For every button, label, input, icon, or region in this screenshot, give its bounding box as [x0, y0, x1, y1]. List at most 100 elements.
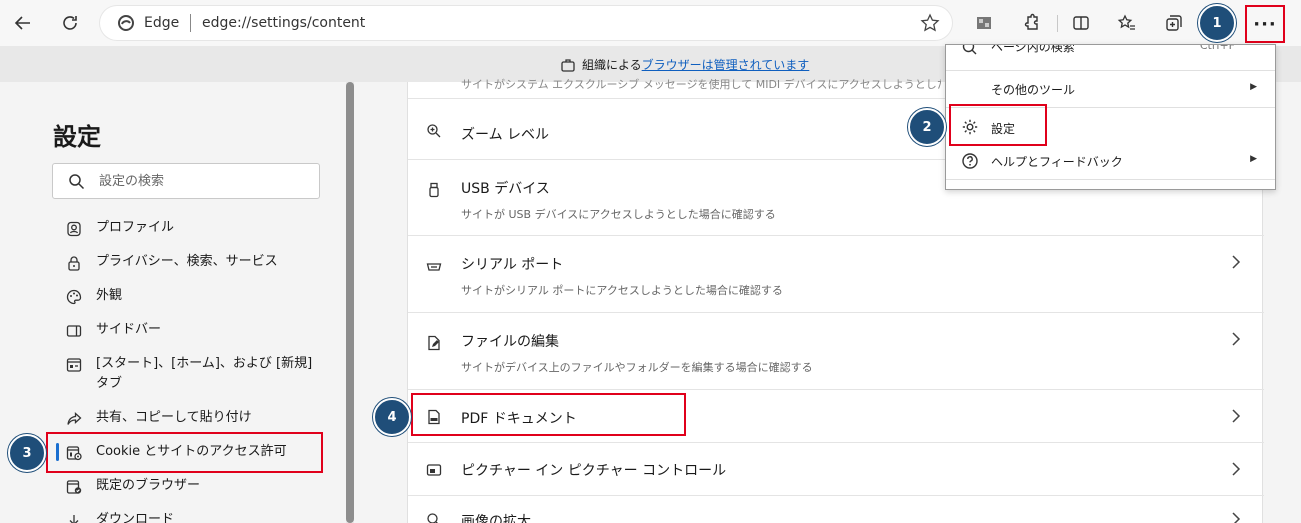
settings-highlight-box — [949, 104, 1047, 146]
favorites-list-icon — [1117, 14, 1135, 30]
puzzle-icon — [1024, 13, 1038, 30]
refresh-icon — [63, 16, 77, 30]
row-title: 画像の拡大 — [461, 514, 531, 523]
collections-icon — [1166, 15, 1182, 31]
sidebar-item-label: サイドバー — [96, 322, 162, 337]
row-description: サイトが USB デバイスにアクセスしようとした場合に確認する — [461, 208, 776, 221]
serial-port-icon — [426, 263, 442, 271]
find-icon — [962, 45, 977, 55]
callout-badge-4: 4 — [373, 398, 411, 436]
pip-icon — [426, 464, 442, 476]
default-browser-icon — [66, 480, 82, 494]
url-text[interactable]: edge://settings/content — [202, 15, 365, 31]
chevron-right-icon — [1232, 462, 1241, 476]
callout-badge-2: 2 — [908, 108, 946, 146]
page-title: 設定 — [53, 123, 101, 151]
ellipsis-icon: ··· — [1253, 13, 1277, 35]
sidebar-item-label: [スタート]、[ホーム]、および [新規] タブ — [96, 356, 313, 391]
row-title: シリアル ポート — [461, 257, 564, 273]
browser-toolbar: Edge edge://settings/content ··· — [0, 0, 1301, 46]
sidebar-item-appearance[interactable]: 外観 — [66, 288, 316, 306]
managed-message: 組織によるブラウザーは管理されています — [560, 56, 809, 73]
favorite-star-icon[interactable] — [920, 13, 940, 33]
pdf-highlight-box — [411, 393, 686, 436]
menu-separator — [946, 179, 1275, 180]
row-serial-ports[interactable]: シリアル ポート サイトがシリアル ポートにアクセスしようとした場合に確認する — [408, 235, 1264, 312]
row-title: ファイルの編集 — [461, 334, 559, 350]
menu-item-label: ヘルプとフィードバック — [991, 155, 1123, 169]
split-screen-button[interactable] — [1066, 8, 1096, 38]
managed-prefix: 組織による — [582, 58, 642, 72]
lock-icon — [68, 256, 80, 271]
toolbar-divider — [1057, 15, 1058, 32]
managed-link[interactable]: ブラウザーは管理されています — [642, 58, 810, 72]
zoom-icon — [427, 124, 441, 138]
chevron-right-icon — [1232, 409, 1241, 423]
sidebar-scrollbar-thumb[interactable] — [346, 82, 354, 523]
split-screen-icon — [1073, 16, 1089, 30]
sidebar-item-start-home-tabs[interactable]: [スタート]、[ホーム]、および [新規] タブ — [66, 356, 316, 394]
row-title: ピクチャー イン ピクチャー コントロール — [461, 463, 727, 479]
sidebar-item-label: 既定のブラウザー — [96, 478, 201, 493]
address-bar[interactable]: Edge edge://settings/content — [100, 6, 952, 40]
settings-search[interactable] — [52, 163, 320, 199]
menu-item-shortcut: Ctrl+F — [1199, 44, 1235, 52]
collections-button[interactable] — [1159, 8, 1189, 38]
sidebar-item-label: ダウンロード — [96, 512, 175, 523]
palette-icon — [66, 289, 82, 305]
sidebar-item-label: プロファイル — [96, 220, 175, 235]
chevron-right-icon — [1232, 332, 1241, 346]
sidebar-item-privacy[interactable]: プライバシー、検索、サービス — [66, 254, 316, 272]
profile-icon — [67, 221, 81, 237]
row-file-editing[interactable]: ファイルの編集 サイトがデバイス上のファイルやフォルダーを編集する場合に確認する — [408, 312, 1264, 389]
image-zoom-icon — [427, 513, 438, 523]
home-tabs-icon — [66, 358, 82, 372]
sidebar-icon — [66, 325, 82, 337]
chevron-right-icon — [1232, 255, 1241, 269]
sidebar-scrollbar[interactable] — [346, 82, 354, 523]
address-separator — [190, 14, 191, 32]
refresh-button[interactable] — [55, 8, 85, 38]
cookie-highlight-box — [46, 432, 323, 473]
menu-item-label: その他のツール — [991, 83, 1076, 97]
menu-item-more-tools[interactable]: その他のツール ▶ — [946, 71, 1275, 105]
edge-logo-icon — [118, 15, 134, 31]
sidebar-item-label: プライバシー、検索、サービス — [96, 254, 278, 269]
sidebar-item-default-browser[interactable]: 既定のブラウザー — [66, 478, 316, 496]
row-image-enhance[interactable]: 画像の拡大 — [408, 495, 1264, 523]
download-icon — [69, 515, 79, 523]
menu-item-label: ページ内の検索 — [991, 44, 1075, 54]
callout-badge-1: 1 — [1198, 4, 1236, 42]
sidebar-item-profile[interactable]: プロファイル — [66, 220, 316, 238]
menu-item-help-feedback[interactable]: ヘルプとフィードバック ▶ — [946, 145, 1275, 179]
sidebar-item-sidebar[interactable]: サイドバー — [66, 322, 316, 340]
more-options-button[interactable]: ··· — [1245, 5, 1285, 43]
search-icon — [69, 174, 85, 190]
share-icon — [67, 412, 82, 425]
file-edit-icon — [428, 335, 440, 351]
callout-badge-3: 3 — [8, 434, 46, 472]
back-button[interactable] — [8, 8, 38, 38]
sidebar-item-share-copy-paste[interactable]: 共有、コピーして貼り付け — [66, 410, 316, 428]
sidebar-item-label: 共有、コピーして貼り付け — [96, 410, 252, 425]
usb-icon — [429, 182, 439, 198]
menu-item-find-on-page[interactable]: ページ内の検索 Ctrl+F — [946, 44, 1275, 67]
extension-avatar-icon — [977, 17, 991, 29]
submenu-arrow-icon: ▶ — [1250, 154, 1257, 164]
midi-description: サイトがシステム エクスクルーシブ メッセージを使用して MIDI デバイスにア… — [461, 78, 941, 91]
back-arrow-icon — [14, 16, 30, 30]
submenu-arrow-icon: ▶ — [1250, 82, 1257, 92]
favorites-button[interactable] — [1112, 8, 1142, 38]
sidebar-item-label: 外観 — [96, 288, 123, 303]
chevron-right-icon — [1232, 512, 1241, 523]
help-icon — [962, 153, 978, 169]
row-picture-in-picture[interactable]: ピクチャー イン ピクチャー コントロール — [408, 442, 1264, 495]
search-input[interactable] — [99, 171, 299, 191]
site-name: Edge — [144, 15, 180, 31]
extension-button[interactable] — [969, 8, 999, 38]
row-title: USB デバイス — [461, 181, 550, 197]
extensions-button[interactable] — [1016, 8, 1046, 38]
row-description: サイトがデバイス上のファイルやフォルダーを編集する場合に確認する — [461, 361, 813, 374]
briefcase-icon — [561, 58, 575, 72]
sidebar-item-downloads[interactable]: ダウンロード — [66, 512, 316, 523]
